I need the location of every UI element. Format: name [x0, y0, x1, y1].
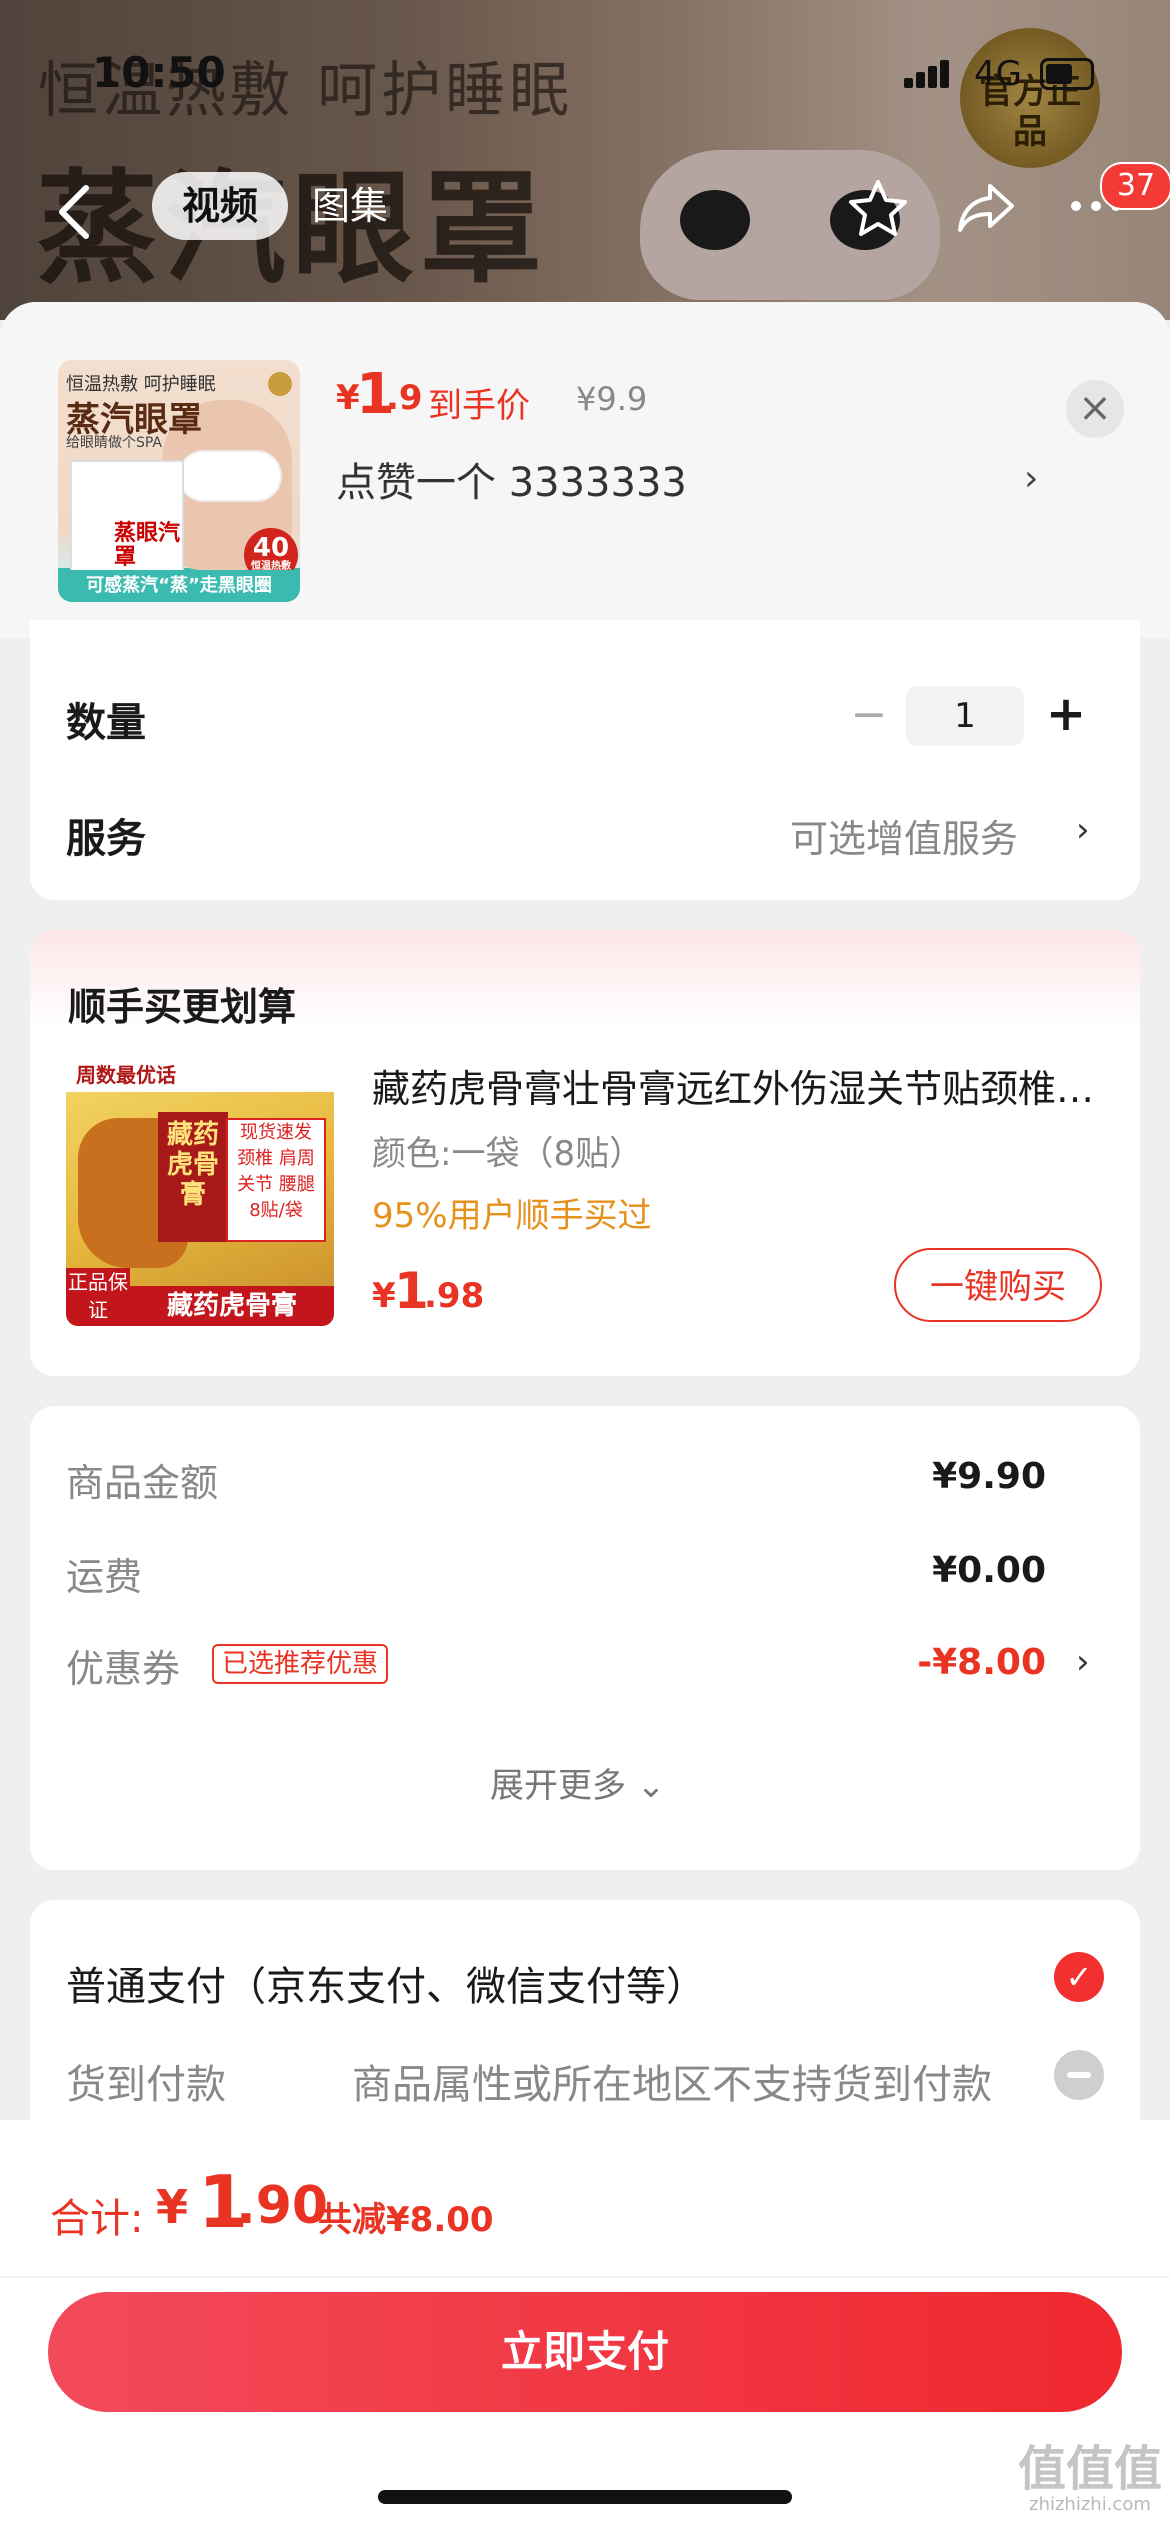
message-count-badge: 37	[1100, 162, 1170, 210]
one-click-buy-button[interactable]: 一键购买	[894, 1248, 1102, 1322]
tab-images[interactable]: 图集	[312, 172, 388, 240]
shipping-label: 运费	[66, 1555, 143, 1599]
watermark-site: zhizhizhi.com	[1029, 2494, 1151, 2515]
price-label: 到手价	[428, 386, 530, 426]
shipping-value: ¥0.00	[932, 1550, 1046, 1591]
goods-amount-label: 商品金额	[66, 1461, 219, 1505]
status-time: 10:50	[92, 48, 226, 97]
bundle-img-strip: 周数最优话	[66, 1058, 334, 1092]
pay-now-button[interactable]: 立即支付	[48, 2292, 1122, 2412]
total-currency: ¥	[156, 2180, 189, 2234]
thumbnail-line3: 给眼睛做个SPA	[66, 435, 163, 451]
quantity-increase-button[interactable]: +	[1040, 688, 1092, 740]
thumbnail-pill-number: 40	[252, 533, 290, 563]
signal-icon	[904, 58, 950, 88]
thumbnail-box-text: 蒸眼汽罩	[114, 521, 181, 570]
total-saved: 共减¥8.00	[318, 2200, 494, 2240]
bundle-product-image[interactable]: 周数最优话 藏药虎骨膏 现货速发 颈椎 肩周 关节 腰腿 8贴/袋 正品保证 藏…	[66, 1058, 334, 1326]
watermark: 值值值 zhizhizhi.com	[1018, 2444, 1162, 2515]
payment-option-cod: 货到付款	[66, 2062, 226, 2108]
checkmark-icon[interactable]: ✓	[1054, 1952, 1104, 2002]
payment-option-normal[interactable]: 普通支付（京东支付、微信支付等）	[66, 1954, 706, 2012]
bundle-price-currency: ¥	[372, 1276, 396, 1316]
chevron-right-icon[interactable]: ›	[1076, 1642, 1090, 1682]
watermark-logo: 值值值	[1018, 2441, 1163, 2497]
expand-more-button[interactable]: 展开更多 ⌄	[490, 1758, 665, 1807]
selected-spec[interactable]: 点赞一个 3333333	[336, 450, 687, 508]
price-decimal: .9	[386, 378, 423, 418]
total-decimal: .90	[236, 2176, 329, 2236]
bundle-img-box: 藏药虎骨膏	[158, 1112, 228, 1242]
coupon-label: 优惠券	[66, 1647, 181, 1691]
quantity-decrease-button[interactable]: −	[844, 692, 894, 742]
bundle-img-tag: 现货速发	[240, 1122, 312, 1143]
battery-icon	[1040, 58, 1094, 90]
thumbnail-mask	[178, 450, 282, 502]
service-option[interactable]: 可选增值服务	[790, 808, 1018, 863]
product-thumbnail[interactable]: 恒温热敷 呵护睡眠 蒸汽眼罩 给眼睛做个SPA 蒸眼汽罩 40 恒温热敷 可感蒸…	[58, 360, 300, 602]
bundle-img-tag: 关节 腰腿	[237, 1174, 315, 1195]
chevron-right-icon[interactable]: ›	[1076, 810, 1090, 850]
bundle-product-name[interactable]: 藏药虎骨膏壮骨膏远红外伤湿关节贴颈椎肩周	[372, 1058, 1112, 1113]
close-icon: ×	[1078, 385, 1112, 431]
bundle-buy-rate: 95%用户顺手买过	[372, 1196, 652, 1236]
bundle-img-tag: 8贴/袋	[249, 1200, 303, 1221]
original-price: ¥9.9	[576, 380, 648, 418]
total-label: 合计:	[50, 2196, 144, 2242]
bundle-product-spec: 颜色:一袋（8贴）	[372, 1134, 644, 1174]
goods-amount-value: ¥9.90	[932, 1456, 1046, 1497]
bundle-img-tags: 现货速发 颈椎 肩周 关节 腰腿 8贴/袋	[226, 1118, 326, 1242]
home-indicator[interactable]	[378, 2490, 792, 2504]
star-icon	[849, 180, 907, 236]
chevron-right-icon[interactable]: ›	[1024, 458, 1038, 499]
thumbnail-bottom-text: 可感蒸汽“蒸”走黑眼圈	[58, 570, 300, 602]
disabled-icon	[1054, 2050, 1104, 2100]
service-label: 服务	[66, 816, 146, 862]
coupon-value[interactable]: -¥8.00	[746, 1642, 1046, 1683]
favorite-button[interactable]	[848, 178, 908, 238]
thumbnail-badge-icon	[268, 372, 292, 396]
close-button[interactable]: ×	[1066, 380, 1124, 438]
network-type: 4G	[974, 54, 1022, 94]
coupon-tag: 已选推荐优惠	[212, 1644, 389, 1684]
bundle-img-name: 藏药虎骨膏	[130, 1286, 334, 1326]
bundle-price-decimal: .98	[424, 1276, 485, 1316]
bundle-title: 顺手买更划算	[68, 985, 297, 1029]
bundle-img-guarantee: 正品保证	[66, 1268, 130, 1326]
divider	[0, 2276, 1170, 2278]
share-icon	[958, 184, 1014, 232]
share-button[interactable]	[956, 178, 1016, 238]
quantity-input[interactable]: 1	[906, 686, 1024, 746]
bundle-img-tag: 颈椎 肩周	[237, 1148, 315, 1169]
thumbnail-box: 蒸眼汽罩	[70, 460, 184, 584]
back-button[interactable]	[50, 182, 100, 242]
quantity-label: 数量	[66, 700, 146, 746]
cod-unavailable-note: 商品属性或所在地区不支持货到付款	[352, 2062, 992, 2108]
tab-video[interactable]: 视频	[152, 172, 288, 240]
chevron-left-icon	[59, 185, 89, 239]
